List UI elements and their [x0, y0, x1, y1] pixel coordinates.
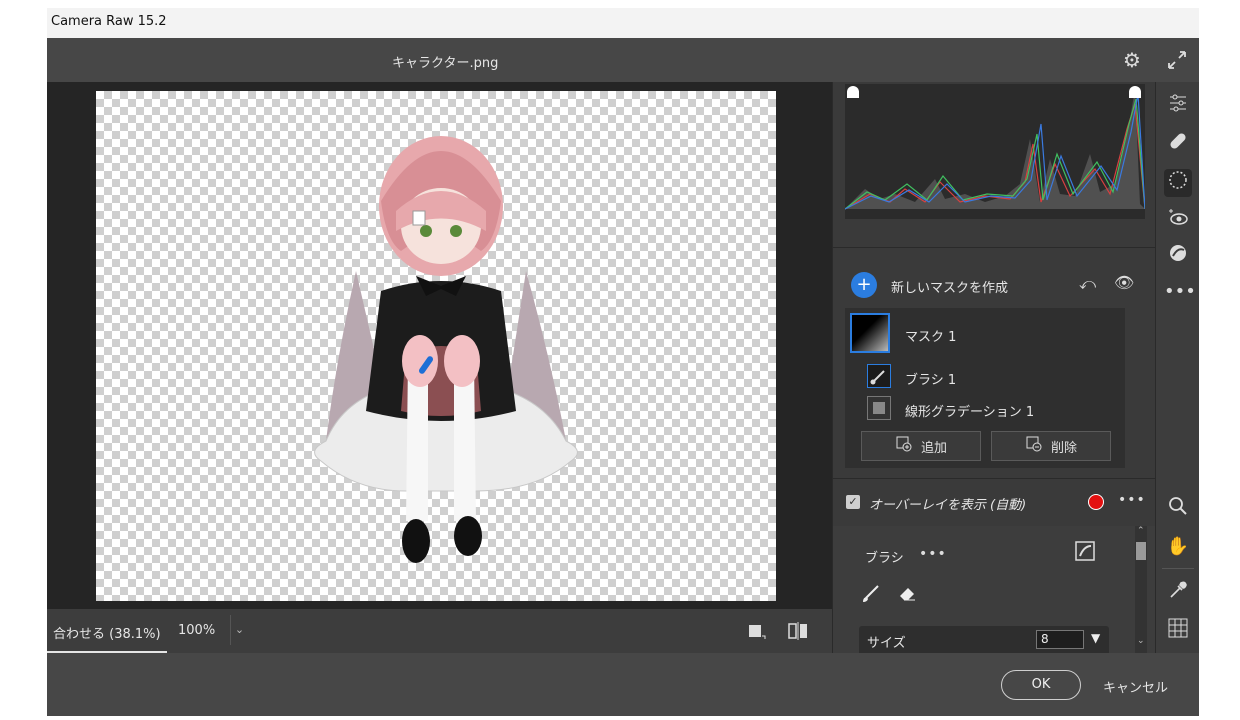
- ok-button[interactable]: OK: [1001, 670, 1081, 700]
- tool-separator: [1162, 568, 1194, 569]
- mask-thumbnail[interactable]: [850, 313, 890, 353]
- edit-sliders-icon[interactable]: [1164, 92, 1192, 120]
- linear-gradient-icon[interactable]: [867, 396, 891, 420]
- dialog-footer: OK キャンセル: [47, 653, 1199, 716]
- panel-scrollbar[interactable]: ⌃ ⌄: [1135, 526, 1147, 653]
- new-mask-button[interactable]: +: [851, 272, 877, 298]
- brush-icon[interactable]: [867, 364, 891, 388]
- presets-icon[interactable]: [1164, 242, 1192, 270]
- red-eye-icon[interactable]: [1164, 206, 1192, 234]
- overlay-label[interactable]: オーバーレイを表示 (自動): [869, 494, 1026, 513]
- cancel-button[interactable]: キャンセル: [1103, 677, 1168, 696]
- histogram: [845, 84, 1145, 219]
- add-label: 追加: [920, 440, 947, 456]
- shadow-clipping-toggle[interactable]: [847, 86, 859, 98]
- highlight-clipping-toggle[interactable]: [1129, 86, 1141, 98]
- transparency-background: [96, 91, 776, 601]
- right-panel: + 新しいマスクを作成 ⤺ 👁 マスク 1 ブラシ 1 線形グラデーション 1: [832, 82, 1156, 653]
- image-canvas[interactable]: [47, 82, 832, 609]
- file-name: キャラクター.png: [392, 56, 499, 71]
- add-mask-icon: [895, 435, 913, 457]
- camera-raw-window: キャラクター.png ⚙ 合わせる (38.1%) 100% ⌄ + 新しいマス…: [47, 38, 1199, 716]
- more-icon[interactable]: •••: [1118, 492, 1146, 508]
- size-label: サイズ: [867, 636, 906, 651]
- expand-icon[interactable]: [1165, 48, 1189, 72]
- mask-section: + 新しいマスクを作成 ⤺ 👁 マスク 1 ブラシ 1 線形グラデーション 1: [833, 247, 1156, 468]
- mask-name[interactable]: マスク 1: [905, 326, 956, 345]
- auto-mask-icon[interactable]: [1071, 540, 1099, 568]
- gradient-component-label[interactable]: 線形グラデーション 1: [905, 401, 1034, 420]
- hand-icon[interactable]: ✋: [1164, 533, 1192, 561]
- title-bar: Camera Raw 15.2: [47, 8, 1199, 38]
- eraser-icon[interactable]: [893, 582, 921, 610]
- mask-list: マスク 1 ブラシ 1 線形グラデーション 1 追加 削除: [845, 308, 1125, 468]
- character-image: [314, 136, 578, 563]
- gear-icon[interactable]: ⚙: [1120, 48, 1144, 72]
- brush-settings: ブラシ ••• サイズ 8 ▼ ⌃ ⌄: [833, 526, 1156, 653]
- brush-more-icon[interactable]: •••: [919, 546, 947, 562]
- scroll-down-icon[interactable]: ⌄: [1137, 636, 1145, 646]
- delete-button[interactable]: 削除: [991, 431, 1111, 461]
- tool-strip: ••• ✋: [1155, 82, 1199, 653]
- overlay-checkbox[interactable]: ✓: [846, 495, 860, 509]
- size-dropdown-icon[interactable]: ▼: [1091, 631, 1100, 645]
- add-button[interactable]: 追加: [861, 431, 981, 461]
- delete-label: 削除: [1050, 440, 1077, 456]
- overlay-color-swatch[interactable]: [1088, 494, 1104, 510]
- brush-tool-icon[interactable]: [857, 582, 885, 610]
- masking-icon[interactable]: [1164, 169, 1192, 197]
- reset-mask-icon[interactable]: ⤺: [1079, 274, 1096, 294]
- canvas-bottom-bar: 合わせる (38.1%) 100% ⌄: [47, 609, 832, 653]
- window-title: Camera Raw 15.2: [51, 14, 167, 29]
- grid-icon[interactable]: [1164, 617, 1192, 645]
- healing-icon[interactable]: [1164, 130, 1192, 158]
- zoom-icon[interactable]: [1164, 495, 1192, 523]
- size-input[interactable]: 8: [1036, 630, 1084, 649]
- eye-icon[interactable]: 👁: [1114, 273, 1134, 292]
- zoom-100-button[interactable]: 100%: [178, 623, 215, 638]
- brush-component-label[interactable]: ブラシ 1: [905, 369, 956, 388]
- before-after-icon[interactable]: [787, 621, 809, 641]
- size-row: サイズ 8 ▼: [859, 626, 1109, 653]
- overlay-row: ✓ オーバーレイを表示 (自動) •••: [833, 478, 1156, 526]
- scroll-thumb[interactable]: [1136, 542, 1146, 560]
- more-tools-icon[interactable]: •••: [1164, 278, 1196, 306]
- new-mask-label[interactable]: 新しいマスクを作成: [891, 277, 1008, 296]
- view-mode-icon[interactable]: [747, 621, 769, 641]
- brush-title: ブラシ: [865, 551, 904, 566]
- eyedropper-icon[interactable]: [1164, 579, 1192, 607]
- scroll-up-icon[interactable]: ⌃: [1137, 526, 1145, 536]
- zoom-fit-button[interactable]: 合わせる (38.1%): [47, 609, 167, 653]
- header-bar: キャラクター.png ⚙: [47, 38, 1199, 82]
- zoom-dropdown[interactable]: ⌄: [230, 615, 248, 645]
- subtract-mask-icon: [1025, 435, 1043, 457]
